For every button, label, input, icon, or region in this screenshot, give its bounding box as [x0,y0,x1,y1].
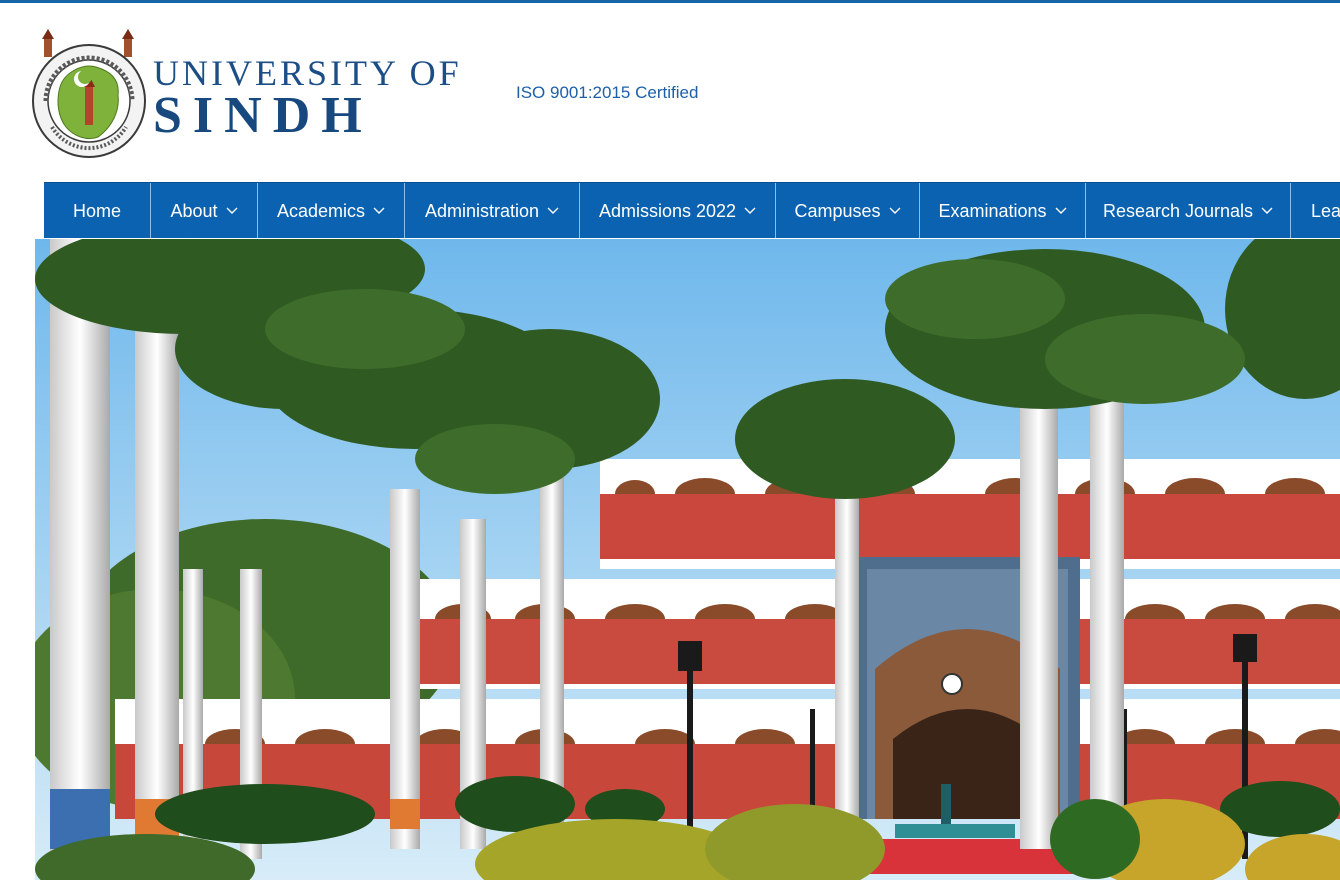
nav-item-learning[interactable]: Lea [1291,183,1340,238]
iso-certification-label: ISO 9001:2015 Certified [516,83,699,102]
nav-item-campuses[interactable]: Campuses [776,183,920,238]
chevron-down-icon [1055,207,1067,214]
wordmark-line2: SINDH [153,87,373,144]
site-header: UNIVERSITY OF SINDH ISO 9001:2015 Certif… [0,3,1340,183]
nav-item-examinations[interactable]: Examinations [920,183,1086,238]
nav-item-about[interactable]: About [151,183,258,238]
nav-item-academics[interactable]: Academics [258,183,405,238]
wordmark-line1: UNIVERSITY OF [153,53,462,93]
nav-item-label: Research Journals [1102,200,1254,221]
nav-item-label: Examinations [938,200,1047,221]
nav-item-research-journals[interactable]: Research Journals [1086,183,1291,238]
campus-building-illustration [35,239,1340,880]
nav-item-admissions[interactable]: Admissions 2022 [580,183,776,238]
nav-item-administration[interactable]: Administration [405,183,580,238]
nav-item-home[interactable]: Home [44,183,151,238]
nav-item-label: Lea [1311,200,1340,221]
nav-item-label: About [170,200,218,221]
nav-item-label: Academics [276,200,366,221]
chevron-down-icon [373,207,385,214]
university-wordmark[interactable]: UNIVERSITY OF SINDH [153,53,462,144]
main-navigation: Home About Academics Administration Admi… [44,182,1340,238]
chevron-down-icon [744,207,756,214]
chevron-down-icon [226,207,238,214]
chevron-down-icon [547,207,559,214]
nav-item-label: Admissions 2022 [598,200,737,221]
chevron-down-icon [1261,207,1273,214]
chevron-down-icon [889,207,901,214]
nav-item-label: Campuses [794,200,881,221]
university-seal-icon[interactable] [30,29,148,161]
nav-item-label: Home [72,200,121,221]
nav-item-label: Administration [424,200,540,221]
hero-campus-photo [35,239,1340,880]
